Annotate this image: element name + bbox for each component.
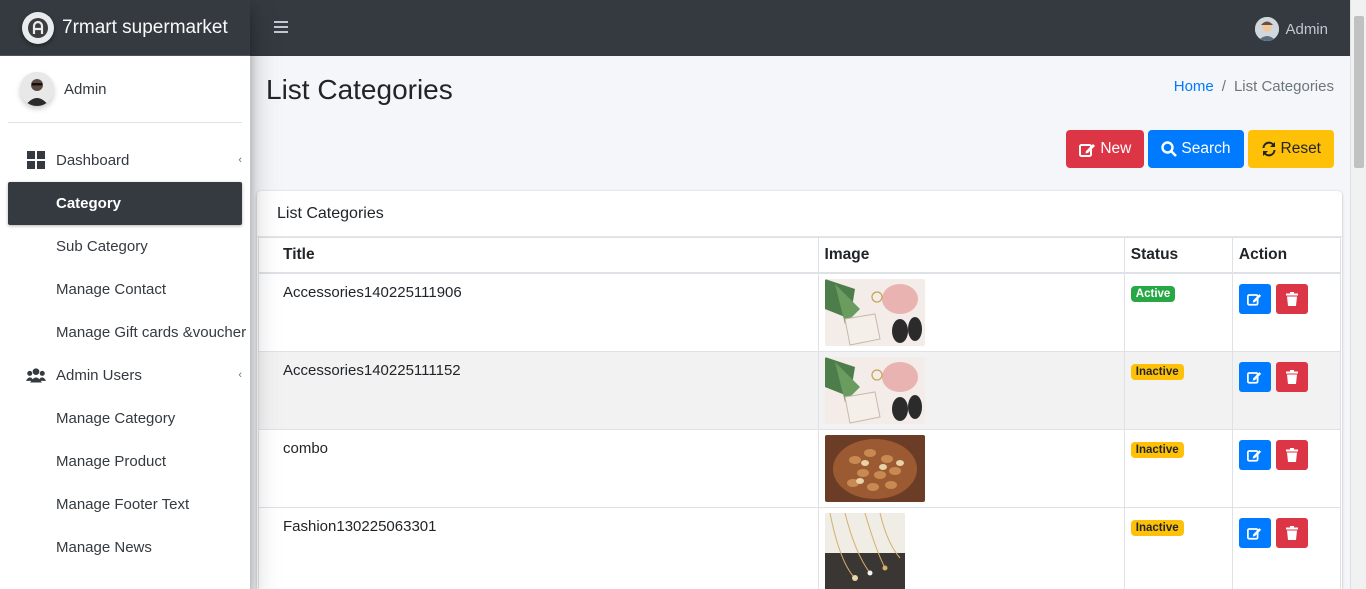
edit-icon bbox=[1247, 527, 1262, 540]
sidebar-item-gift-cards[interactable]: Manage Gift cards &voucher bbox=[8, 311, 246, 354]
main-content: List Categories Home / List Categories N… bbox=[250, 56, 1350, 589]
sidebar-user-panel: Admin bbox=[8, 56, 242, 123]
navbar-user-label: Admin bbox=[1285, 20, 1328, 38]
edit-icon bbox=[1247, 449, 1262, 462]
sidebar-item-label: Manage News bbox=[56, 539, 152, 556]
row-title: combo bbox=[258, 428, 819, 508]
dashboard-icon bbox=[27, 151, 45, 169]
trash-icon bbox=[1286, 447, 1299, 462]
sync-icon bbox=[1262, 141, 1275, 157]
top-navbar: Admin bbox=[250, 0, 1350, 56]
scrollbar-thumb[interactable] bbox=[1354, 16, 1364, 168]
delete-button[interactable] bbox=[1276, 439, 1309, 470]
sidebar-item-sub-category[interactable]: Sub Category bbox=[8, 225, 242, 268]
edit-icon bbox=[1247, 371, 1262, 384]
sidebar-item-label: Manage Footer Text bbox=[56, 496, 190, 513]
trash-icon bbox=[1286, 291, 1299, 306]
sidebar-item-manage-category[interactable]: Manage Category bbox=[8, 397, 242, 440]
sidebar-item-label: Manage Contact bbox=[56, 281, 167, 298]
categories-table: Title Image Status Action Accessories140… bbox=[258, 237, 1342, 589]
breadcrumb: Home / List Categories bbox=[1174, 78, 1334, 95]
sidebar: 7rmart supermarket Admin Dashboard ‹ Cat… bbox=[0, 0, 250, 589]
trash-icon bbox=[1286, 525, 1299, 540]
sidebar-item-label: Manage Category bbox=[56, 410, 176, 427]
user-avatar-icon bbox=[1255, 17, 1280, 41]
column-header-status: Status bbox=[1123, 237, 1233, 274]
sidebar-item-label: Dashboard bbox=[56, 152, 130, 169]
brand-logo-icon bbox=[22, 11, 54, 44]
table-row: Fashion130225063301 Inactive bbox=[258, 506, 1342, 589]
new-button[interactable]: New bbox=[1066, 130, 1145, 168]
row-title: Accessories140225111906 bbox=[258, 272, 819, 352]
table-row: Accessories140225111152 Inactive bbox=[258, 350, 1342, 430]
categories-card: List Categories Title Image Status Actio… bbox=[257, 191, 1342, 589]
delete-button[interactable] bbox=[1276, 361, 1309, 392]
edit-button[interactable] bbox=[1238, 361, 1271, 392]
brand-name: 7rmart supermarket bbox=[62, 16, 228, 38]
sidebar-item-manage-product[interactable]: Manage Product bbox=[8, 440, 242, 483]
sidebar-item-label: Admin Users bbox=[56, 367, 142, 384]
action-buttons: New Search Reset bbox=[1066, 130, 1334, 168]
search-button-label: Search bbox=[1181, 140, 1231, 157]
avatar[interactable] bbox=[20, 72, 54, 106]
status-badge: Inactive bbox=[1130, 363, 1184, 380]
sidebar-item-category[interactable]: Category bbox=[8, 182, 242, 225]
page-scrollbar[interactable] bbox=[1350, 0, 1366, 589]
sidebar-item-manage-footer-text[interactable]: Manage Footer Text bbox=[8, 483, 242, 526]
chevron-left-icon: ‹ bbox=[238, 369, 242, 381]
navbar-user-menu[interactable]: Admin bbox=[1255, 17, 1328, 41]
sidebar-item-manage-news[interactable]: Manage News bbox=[8, 526, 242, 569]
search-button[interactable]: Search bbox=[1148, 130, 1244, 168]
row-title: Fashion130225063301 bbox=[258, 506, 819, 589]
search-icon bbox=[1161, 141, 1178, 157]
edit-button[interactable] bbox=[1238, 283, 1271, 314]
sidebar-item-dashboard[interactable]: Dashboard ‹ bbox=[8, 139, 242, 182]
nuts-image bbox=[824, 434, 925, 502]
edit-icon bbox=[1247, 293, 1262, 306]
column-header-image: Image bbox=[817, 237, 1125, 274]
accessories-image bbox=[824, 278, 925, 346]
hamburger-menu-icon[interactable] bbox=[274, 21, 288, 33]
delete-button[interactable] bbox=[1276, 283, 1309, 314]
delete-button[interactable] bbox=[1276, 517, 1309, 548]
breadcrumb-home-link[interactable]: Home bbox=[1174, 78, 1214, 95]
sidebar-item-label: Sub Category bbox=[56, 238, 148, 255]
breadcrumb-current: List Categories bbox=[1233, 78, 1334, 95]
status-badge: Inactive bbox=[1130, 519, 1184, 536]
sidebar-item-manage-contact[interactable]: Manage Contact bbox=[8, 268, 242, 311]
sidebar-item-label: Manage Gift cards &voucher bbox=[56, 324, 247, 341]
breadcrumb-separator: / bbox=[1221, 78, 1226, 95]
reset-button[interactable]: Reset bbox=[1247, 130, 1334, 168]
status-badge: Active bbox=[1130, 285, 1176, 302]
column-header-title: Title bbox=[258, 237, 819, 274]
trash-icon bbox=[1286, 369, 1299, 384]
page-title: List Categories bbox=[266, 74, 453, 105]
table-header-row: Title Image Status Action bbox=[258, 237, 1342, 274]
reset-button-label: Reset bbox=[1280, 140, 1322, 157]
necklaces-image bbox=[824, 512, 905, 589]
status-badge: Inactive bbox=[1130, 441, 1184, 458]
card-title: List Categories bbox=[257, 191, 1342, 237]
sidebar-nav: Dashboard ‹ Category Sub Category Manage… bbox=[0, 139, 250, 569]
row-title: Accessories140225111152 bbox=[258, 350, 819, 430]
sidebar-item-label: Manage Product bbox=[56, 453, 167, 470]
users-icon bbox=[26, 368, 46, 383]
sidebar-user-name[interactable]: Admin bbox=[64, 81, 107, 98]
accessories-image bbox=[824, 356, 925, 424]
sidebar-item-label: Category bbox=[56, 195, 122, 212]
brand-link[interactable]: 7rmart supermarket bbox=[0, 0, 250, 56]
edit-button[interactable] bbox=[1238, 517, 1271, 548]
edit-button[interactable] bbox=[1238, 439, 1271, 470]
sidebar-item-admin-users[interactable]: Admin Users ‹ bbox=[8, 354, 242, 397]
chevron-left-icon: ‹ bbox=[238, 154, 242, 166]
new-button-label: New bbox=[1100, 140, 1132, 157]
column-header-action: Action bbox=[1231, 237, 1342, 274]
table-row: combo Inactive bbox=[258, 428, 1342, 508]
edit-icon bbox=[1079, 143, 1096, 157]
table-row: Accessories140225111906 Active bbox=[258, 272, 1342, 352]
